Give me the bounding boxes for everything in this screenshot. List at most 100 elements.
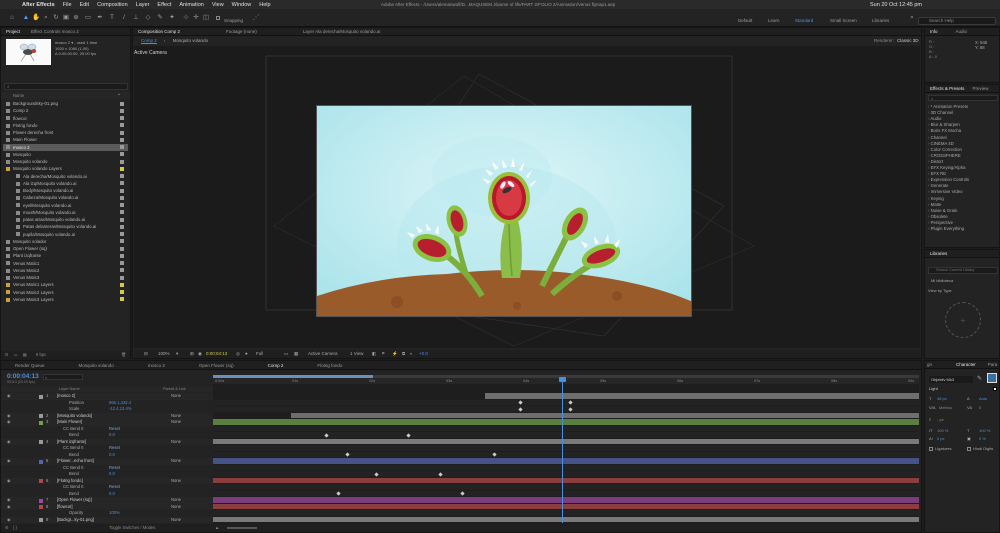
- timeline-tab[interactable]: Flotrig fondo: [317, 363, 342, 368]
- project-item[interactable]: Cabeza/Mosquito volando.ai: [3, 194, 128, 201]
- project-item[interactable]: mosco 2: [3, 143, 128, 151]
- timeline-zoom-slider[interactable]: [227, 527, 257, 529]
- effect-category[interactable]: › * Animation Presets: [928, 104, 968, 109]
- layer-duration-bar[interactable]: [213, 503, 919, 510]
- effect-category[interactable]: › Audio: [928, 116, 941, 121]
- tab-effects-presets[interactable]: Effects & Presets: [930, 86, 964, 91]
- label-color-swatch[interactable]: [120, 116, 124, 120]
- world-axis-icon[interactable]: ✛: [192, 14, 200, 22]
- project-item[interactable]: Venus Matic1 Layers: [3, 281, 128, 288]
- project-item[interactable]: Venus Matic3: [3, 274, 128, 281]
- search-help-input[interactable]: Search Help: [918, 17, 996, 25]
- current-time[interactable]: 0:00:04:13: [206, 350, 227, 358]
- bpc-label[interactable]: 8 bpc: [36, 352, 46, 357]
- workspace-default[interactable]: Default: [738, 18, 752, 23]
- label-color-swatch[interactable]: [120, 282, 124, 287]
- fill-color-swatch[interactable]: [987, 373, 997, 383]
- effect-category[interactable]: › Channel: [928, 135, 947, 140]
- project-item[interactable]: pupila/Mosquito volando.ai: [3, 231, 128, 238]
- layer-duration-bar[interactable]: [485, 393, 919, 399]
- snapping-checkbox[interactable]: [216, 16, 220, 20]
- home-icon[interactable]: ⌂: [8, 14, 16, 22]
- label-color-swatch[interactable]: [120, 239, 124, 244]
- layer-duration-bar[interactable]: [213, 458, 919, 464]
- layer-label-color[interactable]: [39, 505, 43, 509]
- menu-file[interactable]: File: [63, 2, 72, 8]
- layer-duration-bar[interactable]: [213, 419, 919, 425]
- roto-brush-icon[interactable]: ✎: [156, 14, 164, 22]
- menu-layer[interactable]: Layer: [136, 2, 150, 8]
- playhead[interactable]: [562, 377, 563, 523]
- project-item[interactable]: Venus Matic2 Layers: [3, 289, 128, 296]
- pan-behind-icon[interactable]: ⊕: [72, 14, 80, 22]
- label-color-swatch[interactable]: [120, 174, 124, 178]
- hand-tool-icon[interactable]: ✋: [32, 14, 40, 22]
- leading-value[interactable]: Auto: [979, 396, 987, 401]
- label-color-swatch[interactable]: [120, 159, 124, 164]
- rectangle-tool-icon[interactable]: ▭: [84, 14, 92, 22]
- project-item[interactable]: patas atras/Mosquito volando.ai: [3, 216, 128, 223]
- app-name[interactable]: After Effects: [22, 2, 55, 8]
- layer-label-color[interactable]: [39, 440, 43, 444]
- timeline-tab[interactable]: Comp 2: [268, 363, 284, 368]
- workspace-standard[interactable]: Standard: [795, 18, 813, 23]
- tsume-value[interactable]: 0 %: [979, 436, 986, 441]
- timeline-tab[interactable]: Render Queue: [15, 363, 45, 368]
- project-item[interactable]: flowcor: [3, 115, 128, 122]
- project-header[interactable]: Name ▪: [1, 92, 130, 99]
- new-comp-icon[interactable]: ▦: [23, 352, 27, 357]
- grid-icon[interactable]: ⊞: [190, 350, 194, 358]
- effect-category[interactable]: › Perspective: [928, 220, 953, 225]
- project-item[interactable]: Backgroundsky-01.png: [3, 100, 128, 107]
- label-color-swatch[interactable]: [120, 232, 124, 236]
- label-color-swatch[interactable]: [120, 101, 124, 106]
- toggle-switches-modes[interactable]: Toggle Switches / Modes: [109, 524, 155, 532]
- expand-icon[interactable]: { }: [13, 524, 17, 532]
- search-icon[interactable]: ⌕: [908, 14, 916, 22]
- label-color-swatch[interactable]: [120, 130, 124, 135]
- project-item[interactable]: eyel/Mosquito volando.ai: [3, 202, 128, 209]
- visibility-eye-icon[interactable]: ◉: [7, 517, 11, 524]
- menu-view[interactable]: View: [212, 2, 224, 8]
- effect-category[interactable]: › CROSSPHERE: [928, 153, 961, 158]
- layers-icon[interactable]: ⧉: [402, 350, 405, 358]
- flowchart-icon[interactable]: ⌗: [382, 350, 385, 358]
- layer-label-color[interactable]: [39, 479, 43, 483]
- label-color-swatch[interactable]: [120, 275, 124, 280]
- workspace-learn[interactable]: Learn: [768, 18, 780, 23]
- ligatures-checkbox[interactable]: [929, 447, 933, 451]
- view-axis-icon[interactable]: ◫: [202, 14, 210, 22]
- effect-category[interactable]: › Noise & Grain: [928, 208, 957, 213]
- snap-options-icon[interactable]: ⋰: [252, 14, 260, 22]
- tab-paragraph[interactable]: Para: [988, 362, 998, 367]
- project-item[interactable]: Ala izq/Mosquito volando.ai: [3, 180, 128, 187]
- font-style-select[interactable]: Light: [929, 385, 973, 392]
- rotate-tool-icon[interactable]: ↻: [52, 14, 60, 22]
- label-color-swatch[interactable]: [120, 203, 124, 207]
- label-color-swatch[interactable]: [120, 297, 124, 302]
- label-color-swatch[interactable]: [120, 145, 124, 149]
- menu-effect[interactable]: Effect: [157, 2, 171, 8]
- library-name-select[interactable]: Mi biblioteca: [931, 278, 953, 283]
- local-axis-icon[interactable]: ⊹: [182, 14, 190, 22]
- project-item[interactable]: Mosquito volador: [3, 238, 128, 245]
- label-color-swatch[interactable]: [120, 181, 124, 186]
- effect-category[interactable]: › EFX Keying/Alpha: [928, 165, 966, 170]
- trash-icon[interactable]: 🗑: [121, 351, 126, 359]
- hindi-digits-checkbox[interactable]: [967, 447, 971, 451]
- menu-composition[interactable]: Composition: [97, 2, 128, 8]
- roi-icon[interactable]: ▭: [284, 350, 288, 358]
- layer-duration-bar[interactable]: [213, 497, 919, 503]
- transparency-grid-icon[interactable]: ▦: [294, 350, 298, 358]
- menu-help[interactable]: Help: [259, 2, 270, 8]
- tab-composition[interactable]: Composition Comp 2: [138, 29, 180, 34]
- effect-category[interactable]: › CINEMA 4D: [928, 141, 954, 146]
- project-item[interactable]: Mosquito volando: [3, 158, 128, 165]
- label-color-swatch[interactable]: [120, 166, 124, 171]
- label-color-swatch[interactable]: [120, 210, 124, 215]
- label-color-swatch[interactable]: [120, 290, 124, 294]
- resolution-select[interactable]: Full: [256, 350, 263, 358]
- subtab-mosquito-volando[interactable]: Mosquito volando: [173, 38, 208, 43]
- tab-align-partial[interactable]: gn: [927, 362, 932, 367]
- project-item[interactable]: Comp 2: [3, 107, 128, 114]
